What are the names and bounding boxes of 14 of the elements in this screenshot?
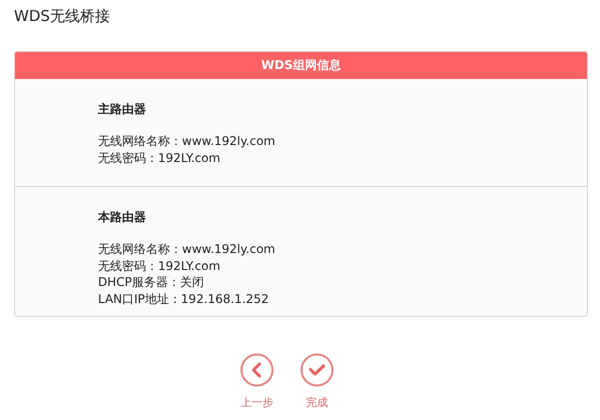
info-line: 无线密码：192LY.com (98, 258, 220, 274)
info-line: LAN口IP地址：192.168.1.252 (98, 290, 269, 307)
info-line: DHCP服务器：关闭 (98, 274, 204, 290)
back-button[interactable]: 上一步 (238, 353, 276, 410)
info-line: 无线网络名称：www.192ly.com (98, 133, 276, 150)
info-line: 无线网络名称：www.192ly.com (98, 241, 276, 258)
panel-header: WDS组网信息 (15, 52, 587, 79)
page-title: WDS无线桥接 (14, 7, 110, 27)
finish-button[interactable]: 完成 (298, 353, 336, 410)
info-line: 无线密码：192LY.com (98, 150, 220, 166)
check-icon (300, 353, 334, 387)
back-icon (240, 353, 274, 387)
section-heading: 主路由器 (98, 101, 146, 118)
section-heading: 本路由器 (98, 209, 146, 226)
